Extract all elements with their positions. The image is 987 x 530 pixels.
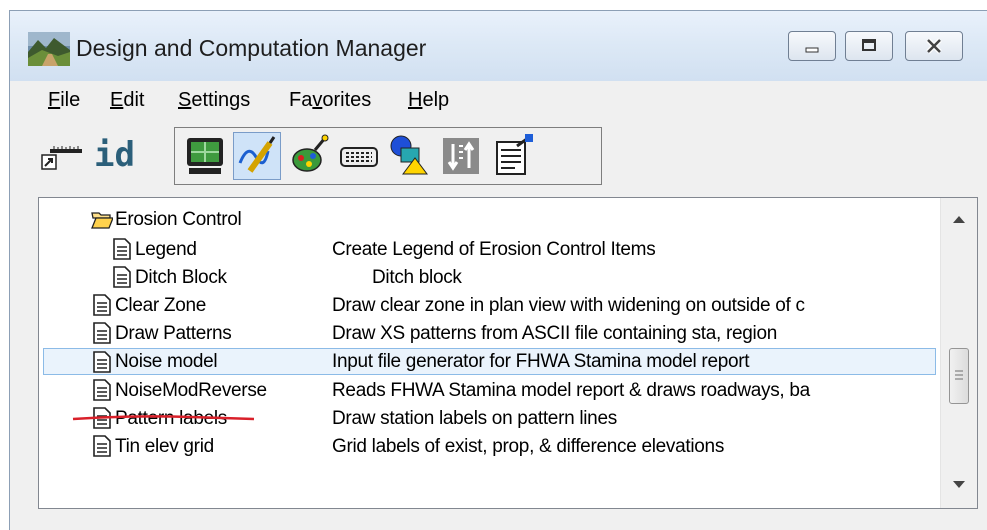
item-description: Ditch block xyxy=(372,267,462,288)
menu-favorites[interactable]: Favorites xyxy=(289,89,371,112)
document-icon xyxy=(93,435,111,457)
keyboard-button[interactable] xyxy=(335,132,383,180)
open-folder-icon xyxy=(91,212,113,229)
clipboard-button[interactable] xyxy=(489,132,537,180)
measure-ruler-icon[interactable] xyxy=(40,141,84,181)
menu-help[interactable]: Help xyxy=(408,89,449,112)
toolbar-group xyxy=(174,127,602,185)
toolbar: id xyxy=(10,115,987,207)
document-icon xyxy=(113,266,131,288)
menu-bar: File Edit Settings Favorites Help xyxy=(10,81,987,115)
list-item[interactable]: NoiseModReverse Reads FHWA Stamina model… xyxy=(39,377,939,404)
draw-line-button[interactable] xyxy=(233,132,281,180)
document-icon xyxy=(93,379,111,401)
document-icon xyxy=(93,294,111,316)
item-name: Noise model xyxy=(115,351,218,372)
close-icon xyxy=(926,38,942,54)
item-description: Create Legend of Erosion Control Items xyxy=(332,239,656,260)
keyboard-icon xyxy=(340,147,378,167)
item-description: Grid labels of exist, prop, & difference… xyxy=(332,436,725,457)
restore-button[interactable] xyxy=(845,31,893,61)
minimize-button[interactable] xyxy=(788,31,836,61)
list-item[interactable]: Legend Create Legend of Erosion Control … xyxy=(39,236,939,263)
list-item[interactable]: Ditch Block Ditch block xyxy=(39,264,939,291)
restore-icon xyxy=(862,39,876,51)
item-description: Reads FHWA Stamina model report & draws … xyxy=(332,380,810,401)
document-icon xyxy=(113,238,131,260)
minimize-icon xyxy=(805,47,819,53)
list-item[interactable]: Draw Patterns Draw XS patterns from ASCI… xyxy=(39,320,939,347)
list-item-folder[interactable]: Erosion Control xyxy=(39,206,939,233)
draw-line-icon xyxy=(238,136,276,173)
item-description: Draw station labels on pattern lines xyxy=(332,408,617,429)
dc-manager-window: Design and Computation Manager File Edit… xyxy=(9,10,987,530)
scroll-down-icon xyxy=(953,481,965,488)
scrollbar-thumb[interactable] xyxy=(949,348,969,404)
scroll-up-button[interactable] xyxy=(941,204,977,234)
sort-icon xyxy=(443,138,479,174)
document-icon xyxy=(93,351,111,373)
shapes-button[interactable] xyxy=(385,132,433,180)
item-description: Draw clear zone in plan view with wideni… xyxy=(332,295,805,316)
item-name: Ditch Block xyxy=(135,267,227,288)
list-item[interactable]: Clear Zone Draw clear zone in plan view … xyxy=(39,292,939,319)
red-underline-annotation xyxy=(72,415,255,421)
menu-settings[interactable]: Settings xyxy=(178,89,250,112)
item-name: NoiseModReverse xyxy=(115,380,267,401)
palette-button[interactable] xyxy=(285,132,333,180)
command-list[interactable]: Erosion Control Legend Create Legend of … xyxy=(38,197,978,509)
menu-file[interactable]: File xyxy=(48,89,80,112)
window-title: Design and Computation Manager xyxy=(76,35,427,61)
list-item[interactable]: Tin elev grid Grid labels of exist, prop… xyxy=(39,433,939,460)
id-icon[interactable]: id xyxy=(94,135,135,175)
list-item-selected[interactable]: Noise model Input file generator for FHW… xyxy=(43,348,936,375)
monitor-button[interactable] xyxy=(181,132,229,180)
monitor-icon xyxy=(187,138,223,174)
shapes-icon xyxy=(390,135,428,175)
clipboard-icon xyxy=(496,134,533,175)
item-name: Legend xyxy=(135,239,197,260)
item-description: Draw XS patterns from ASCII file contain… xyxy=(332,323,777,344)
grip-icon xyxy=(955,370,963,380)
item-name: Clear Zone xyxy=(115,295,206,316)
scroll-down-button[interactable] xyxy=(941,470,977,500)
scroll-up-icon xyxy=(953,216,965,223)
palette-icon xyxy=(292,134,329,172)
dc-manager-landscape-icon xyxy=(28,32,70,66)
sort-button[interactable] xyxy=(437,132,485,180)
menu-edit[interactable]: Edit xyxy=(110,89,144,112)
item-name: Tin elev grid xyxy=(115,436,214,457)
item-name: Draw Patterns xyxy=(115,323,232,344)
item-name: Erosion Control xyxy=(115,209,242,230)
item-description: Input file generator for FHWA Stamina mo… xyxy=(332,351,750,372)
document-icon xyxy=(93,322,111,344)
title-bar[interactable]: Design and Computation Manager xyxy=(10,11,987,81)
vertical-scrollbar[interactable] xyxy=(940,198,977,508)
close-button[interactable] xyxy=(905,31,963,61)
